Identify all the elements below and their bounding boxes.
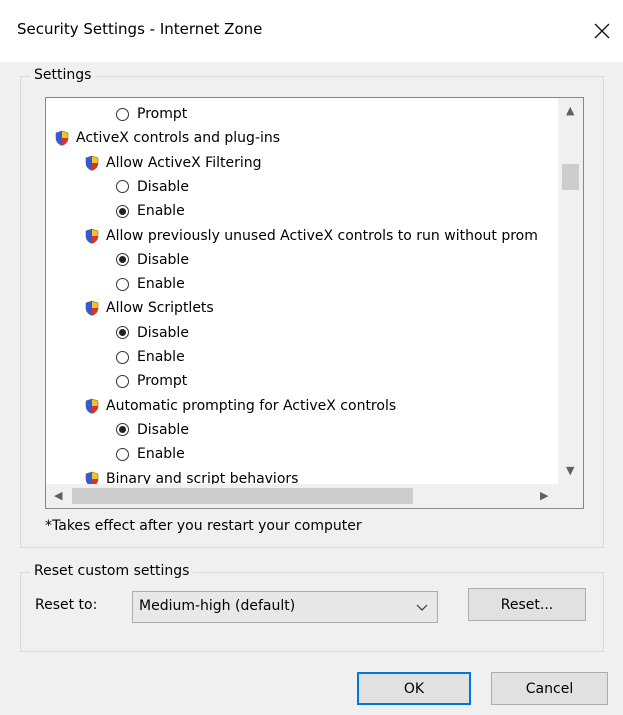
radio-unchecked[interactable]	[116, 350, 129, 364]
title-bar: Security Settings - Internet Zone	[0, 0, 623, 62]
shield-icon	[85, 301, 99, 317]
settings-item: Allow previously unused ActiveX controls…	[84, 224, 538, 248]
radio-checked[interactable]	[116, 423, 129, 437]
settings-item: Allow ActiveX Filtering	[84, 151, 262, 175]
radio-option[interactable]: Enable	[116, 199, 185, 223]
item-label: Enable	[137, 446, 185, 463]
radio-checked[interactable]	[116, 253, 129, 267]
radio-unchecked[interactable]	[116, 180, 129, 194]
radio-unchecked[interactable]	[116, 374, 129, 388]
item-label: Prompt	[137, 373, 188, 390]
vertical-scrollbar[interactable]: ▲ ▼	[558, 98, 583, 484]
radio-option[interactable]: Prompt	[116, 102, 187, 126]
shield-icon	[55, 130, 69, 147]
scrollbar-corner	[558, 484, 583, 508]
vertical-scroll-thumb[interactable]	[562, 164, 579, 190]
radio-option[interactable]: Disable	[116, 321, 189, 345]
scroll-up-icon[interactable]: ▲	[566, 104, 574, 117]
ok-button[interactable]: OK	[357, 672, 471, 705]
radio-option[interactable]: Enable	[116, 442, 185, 466]
reset-level-value: Medium-high (default)	[139, 598, 296, 614]
settings-tree-items: Prompt ActiveX controls and plug-ins Allow…	[46, 98, 558, 484]
shield-icon	[85, 471, 99, 484]
shield-icon	[85, 228, 99, 244]
item-label: Disable	[137, 178, 189, 195]
settings-item: Allow Scriptlets	[84, 296, 214, 320]
scroll-right-icon[interactable]: ▶	[540, 489, 548, 502]
radio-unchecked[interactable]	[116, 107, 129, 121]
close-icon[interactable]	[587, 16, 617, 46]
horizontal-scroll-thumb[interactable]	[72, 488, 413, 504]
scroll-down-icon[interactable]: ▼	[566, 464, 574, 477]
chevron-down-icon	[416, 604, 428, 611]
item-label: Enable	[137, 276, 185, 293]
item-label: Allow Scriptlets	[106, 300, 214, 317]
item-label: Allow previously unused ActiveX controls…	[106, 227, 538, 244]
settings-tree-list[interactable]: Prompt ActiveX controls and plug-ins Allow…	[45, 97, 584, 509]
scroll-left-icon[interactable]: ◀	[54, 489, 62, 502]
shield-icon	[85, 398, 99, 414]
window-title: Security Settings - Internet Zone	[17, 20, 263, 38]
item-label: ActiveX controls and plug-ins	[76, 130, 281, 147]
item-label: Disable	[137, 251, 189, 268]
reset-level-select[interactable]: Medium-high (default)	[132, 591, 438, 623]
item-label: Allow ActiveX Filtering	[106, 154, 262, 171]
radio-checked[interactable]	[116, 204, 129, 218]
settings-item: Binary and script behaviors	[84, 467, 299, 485]
radio-option[interactable]: Disable	[116, 175, 189, 199]
radio-option[interactable]: Disable	[116, 418, 189, 442]
item-label: Automatic prompting for ActiveX controls	[106, 397, 397, 414]
radio-option[interactable]: Enable	[116, 272, 185, 296]
horizontal-scrollbar[interactable]: ◀ ▶	[46, 484, 558, 508]
radio-checked[interactable]	[116, 326, 129, 340]
item-label: Disable	[137, 324, 189, 341]
radio-option[interactable]: Disable	[116, 248, 189, 272]
radio-option[interactable]: Enable	[116, 345, 185, 369]
reset-to-label: Reset to:	[35, 597, 98, 613]
cancel-button[interactable]: Cancel	[491, 672, 608, 705]
restart-note: *Takes effect after you restart your com…	[45, 518, 362, 534]
item-label: Prompt	[137, 106, 188, 122]
radio-option[interactable]: Prompt	[116, 369, 187, 393]
reset-group-legend: Reset custom settings	[30, 563, 194, 579]
settings-group-legend: Settings	[30, 67, 96, 83]
settings-item: Automatic prompting for ActiveX controls	[84, 394, 396, 418]
settings-category: ActiveX controls and plug-ins	[54, 126, 280, 150]
item-label: Enable	[137, 203, 185, 220]
item-label: Enable	[137, 349, 185, 365]
shield-icon	[85, 155, 99, 171]
item-label: Binary and script behaviors	[106, 470, 299, 485]
radio-unchecked[interactable]	[116, 447, 129, 461]
item-label: Disable	[137, 421, 189, 438]
radio-unchecked[interactable]	[116, 277, 129, 291]
reset-button[interactable]: Reset...	[468, 588, 586, 621]
